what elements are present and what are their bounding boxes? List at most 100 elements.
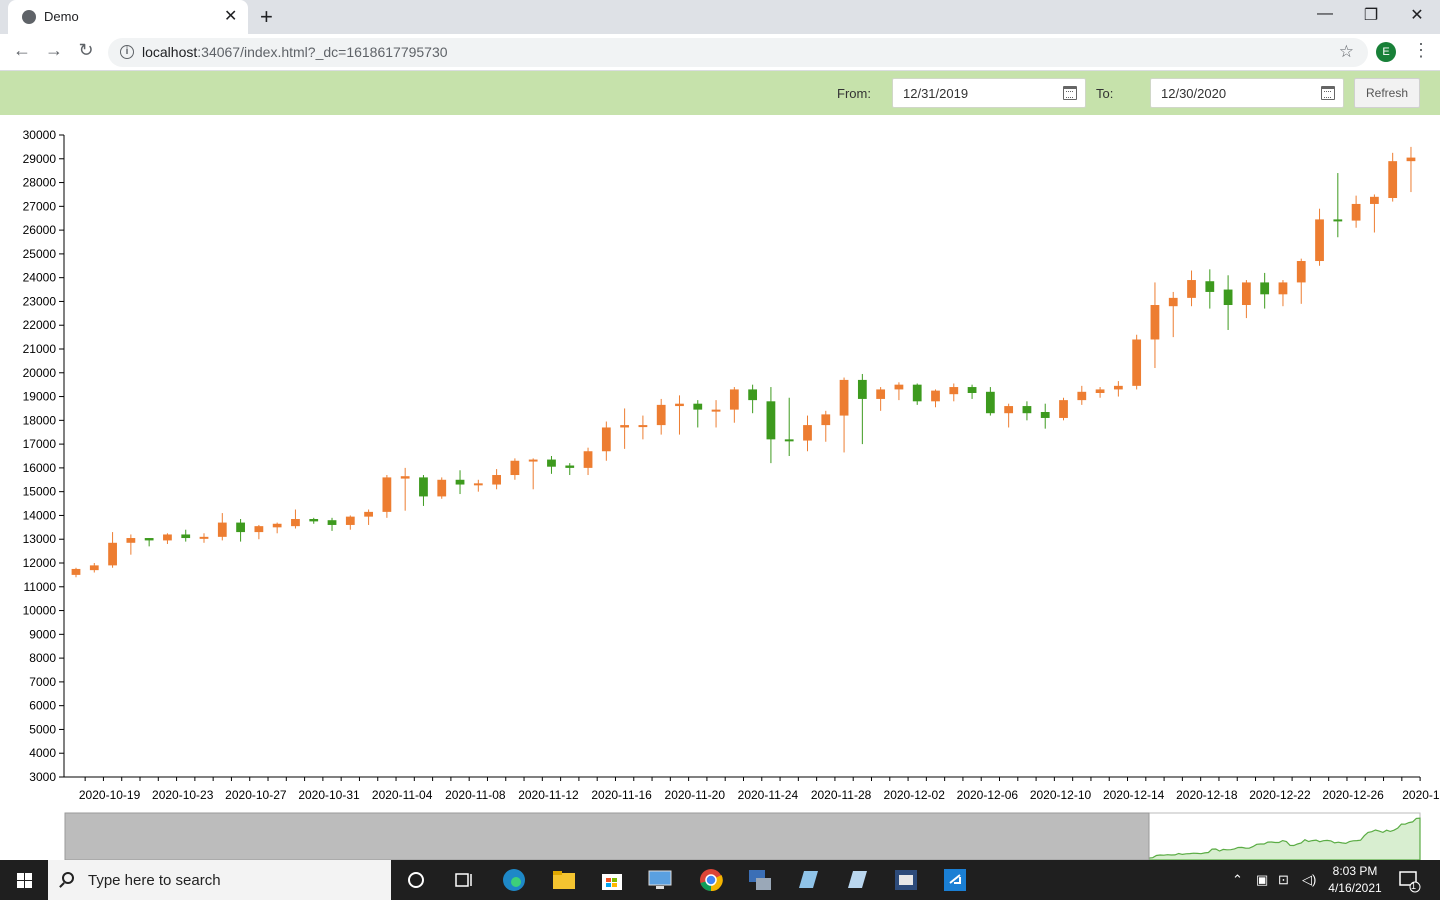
- task-view-icon[interactable]: [450, 866, 478, 894]
- candle-body: [1113, 385, 1123, 390]
- candle-body: [1187, 280, 1196, 298]
- dev-tool-icon[interactable]: [892, 866, 920, 894]
- reload-icon[interactable]: ↻: [74, 40, 98, 61]
- edge-browser-icon[interactable]: [500, 866, 528, 894]
- candle-body: [1388, 161, 1398, 199]
- remote-desktop-icon[interactable]: [646, 866, 674, 894]
- candle-body: [821, 414, 831, 426]
- candle-body: [876, 389, 886, 399]
- candle-body: [291, 519, 300, 527]
- candle-body: [473, 483, 483, 486]
- taskbar-search-input[interactable]: Type here to search: [48, 860, 391, 900]
- info-icon[interactable]: i: [120, 45, 134, 59]
- calendar-icon[interactable]: [1063, 86, 1077, 100]
- candle-body: [1406, 157, 1416, 162]
- candle-body: [1168, 297, 1178, 307]
- range-navigator[interactable]: [0, 812, 1440, 860]
- chrome-icon[interactable]: [697, 866, 725, 894]
- bookmark-star-icon[interactable]: ☆: [1339, 42, 1354, 62]
- url-input[interactable]: i localhost:34067/index.html?_dc=1618617…: [108, 38, 1368, 67]
- candle-body: [400, 476, 410, 479]
- tab-title: Demo: [44, 9, 79, 24]
- minimize-button[interactable]: —: [1310, 5, 1340, 23]
- x-tick-label: 2020-11-08: [445, 788, 506, 802]
- candle-body: [1278, 282, 1288, 295]
- y-tick-label: 13000: [23, 532, 57, 546]
- browser-menu-icon[interactable]: ⋮: [1412, 40, 1430, 61]
- x-tick-label: 2020-12-26: [1322, 788, 1384, 802]
- candle-body: [327, 520, 337, 525]
- x-tick-label: 2020-10-23: [152, 788, 214, 802]
- notification-center-icon[interactable]: [1396, 866, 1424, 894]
- candle-body: [272, 523, 282, 528]
- x-tick-label: 2020-12-22: [1249, 788, 1311, 802]
- y-tick-label: 4000: [29, 746, 56, 760]
- x-tick-label: 2020-12-: [1402, 788, 1440, 802]
- candle-body: [309, 519, 319, 522]
- candle-body: [839, 379, 849, 416]
- y-tick-label: 9000: [29, 627, 56, 641]
- search-icon: [62, 872, 74, 884]
- candle-body: [437, 479, 447, 497]
- candle-body: [1077, 391, 1087, 401]
- candle-body: [71, 568, 81, 575]
- candle-body: [345, 516, 355, 525]
- app-pencil-icon-2[interactable]: [843, 866, 871, 894]
- close-window-button[interactable]: ✕: [1402, 5, 1432, 25]
- candle-body: [565, 465, 575, 468]
- y-tick-label: 14000: [23, 508, 57, 522]
- url-path: :34067/index.html?_dc=1618617795730: [197, 44, 448, 60]
- app-window-icon[interactable]: [941, 866, 969, 894]
- candle-body: [236, 522, 245, 533]
- windows-taskbar: Type here to search ⌃ ▣ ⊡ ◁) 8:03 PM 4/1…: [0, 860, 1440, 900]
- candle-body: [803, 425, 812, 441]
- cortana-icon[interactable]: [402, 866, 430, 894]
- refresh-button[interactable]: Refresh: [1354, 78, 1420, 108]
- y-tick-label: 7000: [29, 675, 56, 689]
- candle-body: [163, 534, 172, 541]
- browser-tab[interactable]: Demo ✕: [8, 0, 248, 34]
- url-text: localhost:34067/index.html?_dc=161861779…: [142, 44, 448, 60]
- forward-arrow-icon[interactable]: →: [42, 40, 66, 61]
- new-tab-button[interactable]: +: [260, 4, 273, 30]
- date-filter-toolbar: From: 12/31/2019 To: 12/30/2020 Refresh: [0, 71, 1440, 115]
- y-tick-label: 22000: [23, 318, 57, 332]
- calendar-icon[interactable]: [1321, 86, 1335, 100]
- candle-body: [857, 379, 867, 399]
- candle-body: [510, 460, 520, 476]
- to-date-field[interactable]: 12/30/2020: [1150, 78, 1344, 108]
- network-tool-icon[interactable]: [746, 866, 774, 894]
- back-arrow-icon[interactable]: ←: [10, 40, 34, 61]
- candle-body: [784, 439, 794, 442]
- candle-body: [601, 427, 611, 452]
- x-tick-label: 2020-12-14: [1103, 788, 1165, 802]
- from-label: From:: [837, 86, 871, 101]
- candle-body: [656, 404, 666, 426]
- candle-body: [894, 384, 904, 390]
- y-tick-label: 25000: [23, 247, 57, 261]
- candle-body: [1315, 219, 1324, 262]
- system-clock[interactable]: 8:03 PM 4/16/2021: [1320, 863, 1390, 897]
- network-icon[interactable]: ⊡: [1278, 872, 1289, 888]
- show-hidden-icons-icon[interactable]: ⌃: [1232, 872, 1243, 888]
- navigator-unselected-mask[interactable]: [64, 812, 1150, 860]
- y-tick-label: 6000: [29, 699, 56, 713]
- store-icon[interactable]: [598, 866, 626, 894]
- volume-icon[interactable]: ◁): [1302, 872, 1316, 888]
- y-tick-label: 18000: [23, 413, 57, 427]
- start-button[interactable]: [0, 860, 48, 900]
- candle-body: [455, 479, 465, 485]
- candle-body: [620, 425, 630, 428]
- from-date-field[interactable]: 12/31/2019: [892, 78, 1086, 108]
- candle-body: [985, 391, 995, 414]
- x-tick-label: 2020-10-27: [225, 788, 287, 802]
- profile-avatar[interactable]: E: [1376, 42, 1396, 62]
- meet-now-icon[interactable]: ▣: [1256, 872, 1268, 888]
- restore-button[interactable]: ❐: [1356, 5, 1386, 25]
- candle-body: [1241, 282, 1251, 306]
- app-pencil-icon[interactable]: [794, 866, 822, 894]
- candle-body: [583, 451, 593, 468]
- file-explorer-icon[interactable]: [550, 866, 578, 894]
- clock-time: 8:03 PM: [1332, 864, 1378, 878]
- tab-close-icon[interactable]: ✕: [224, 6, 237, 26]
